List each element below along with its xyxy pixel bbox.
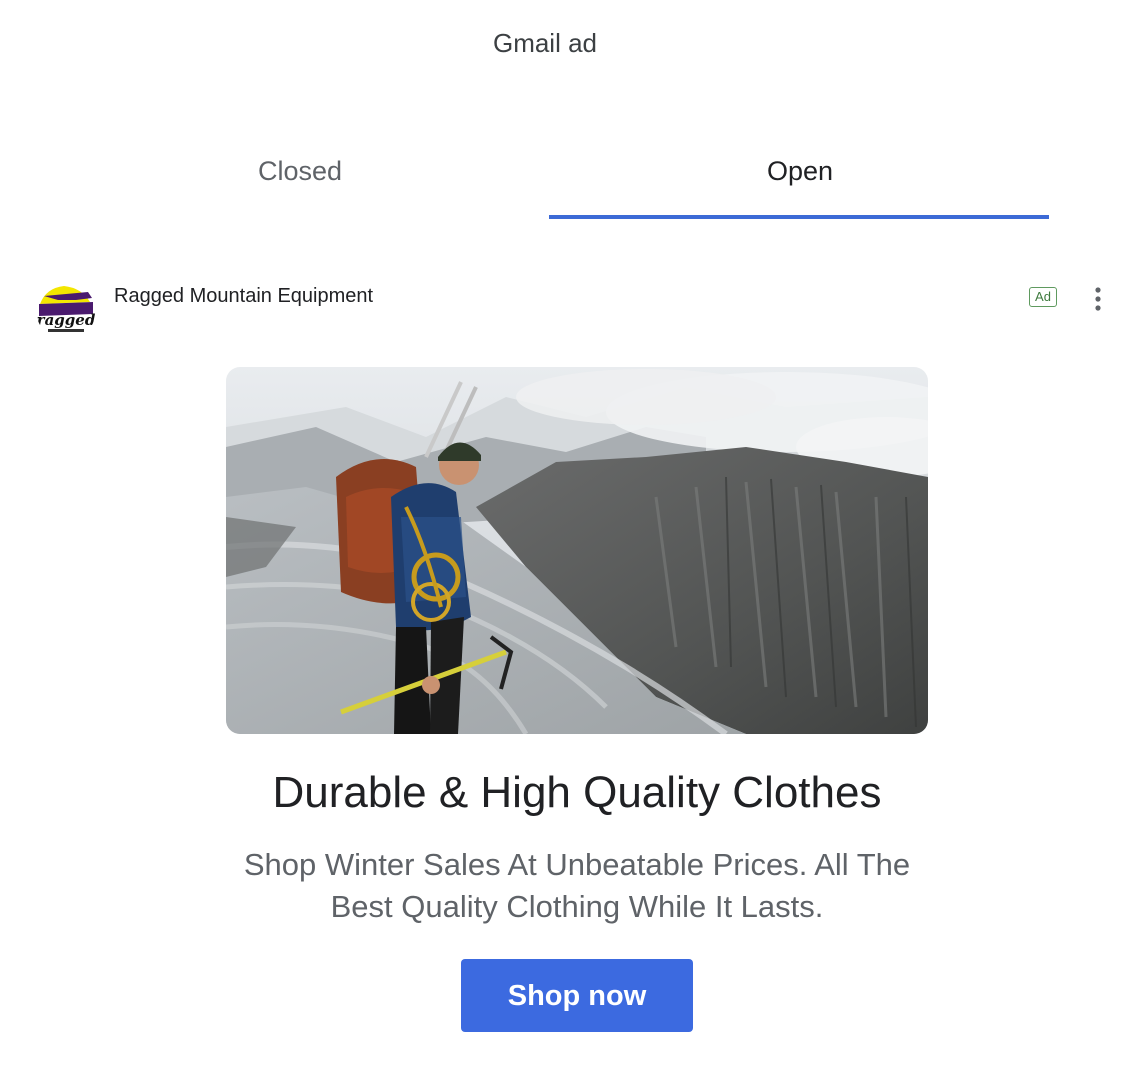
advertiser-name: Ragged Mountain Equipment [114,285,374,307]
shop-now-button[interactable]: Shop now [461,959,693,1032]
logo-wordmark: ragged [37,311,96,329]
gmail-ad-preview: Gmail ad Closed Open ragged Ragged Mount… [0,0,1140,1070]
ad-description: Shop Winter Sales At Unbeatable Prices. … [243,847,911,924]
tab-open-label: Open [766,156,834,186]
tab-closed-label: Closed [257,156,343,186]
ad-badge: Ad [1029,287,1057,307]
more-vert-icon[interactable] [1088,284,1108,314]
ad-header: ragged Ragged Mountain Equipment Ad [36,280,1116,344]
active-tab-indicator [549,215,1049,219]
page-title: Gmail ad [492,28,598,58]
advertiser-logo: ragged [36,280,96,340]
tab-closed[interactable]: Closed [50,150,550,220]
hero-image[interactable] [226,367,928,734]
tab-open[interactable]: Open [550,150,1050,220]
ad-headline: Durable & High Quality Clothes [272,768,882,817]
tab-bar: Closed Open [50,150,1050,220]
